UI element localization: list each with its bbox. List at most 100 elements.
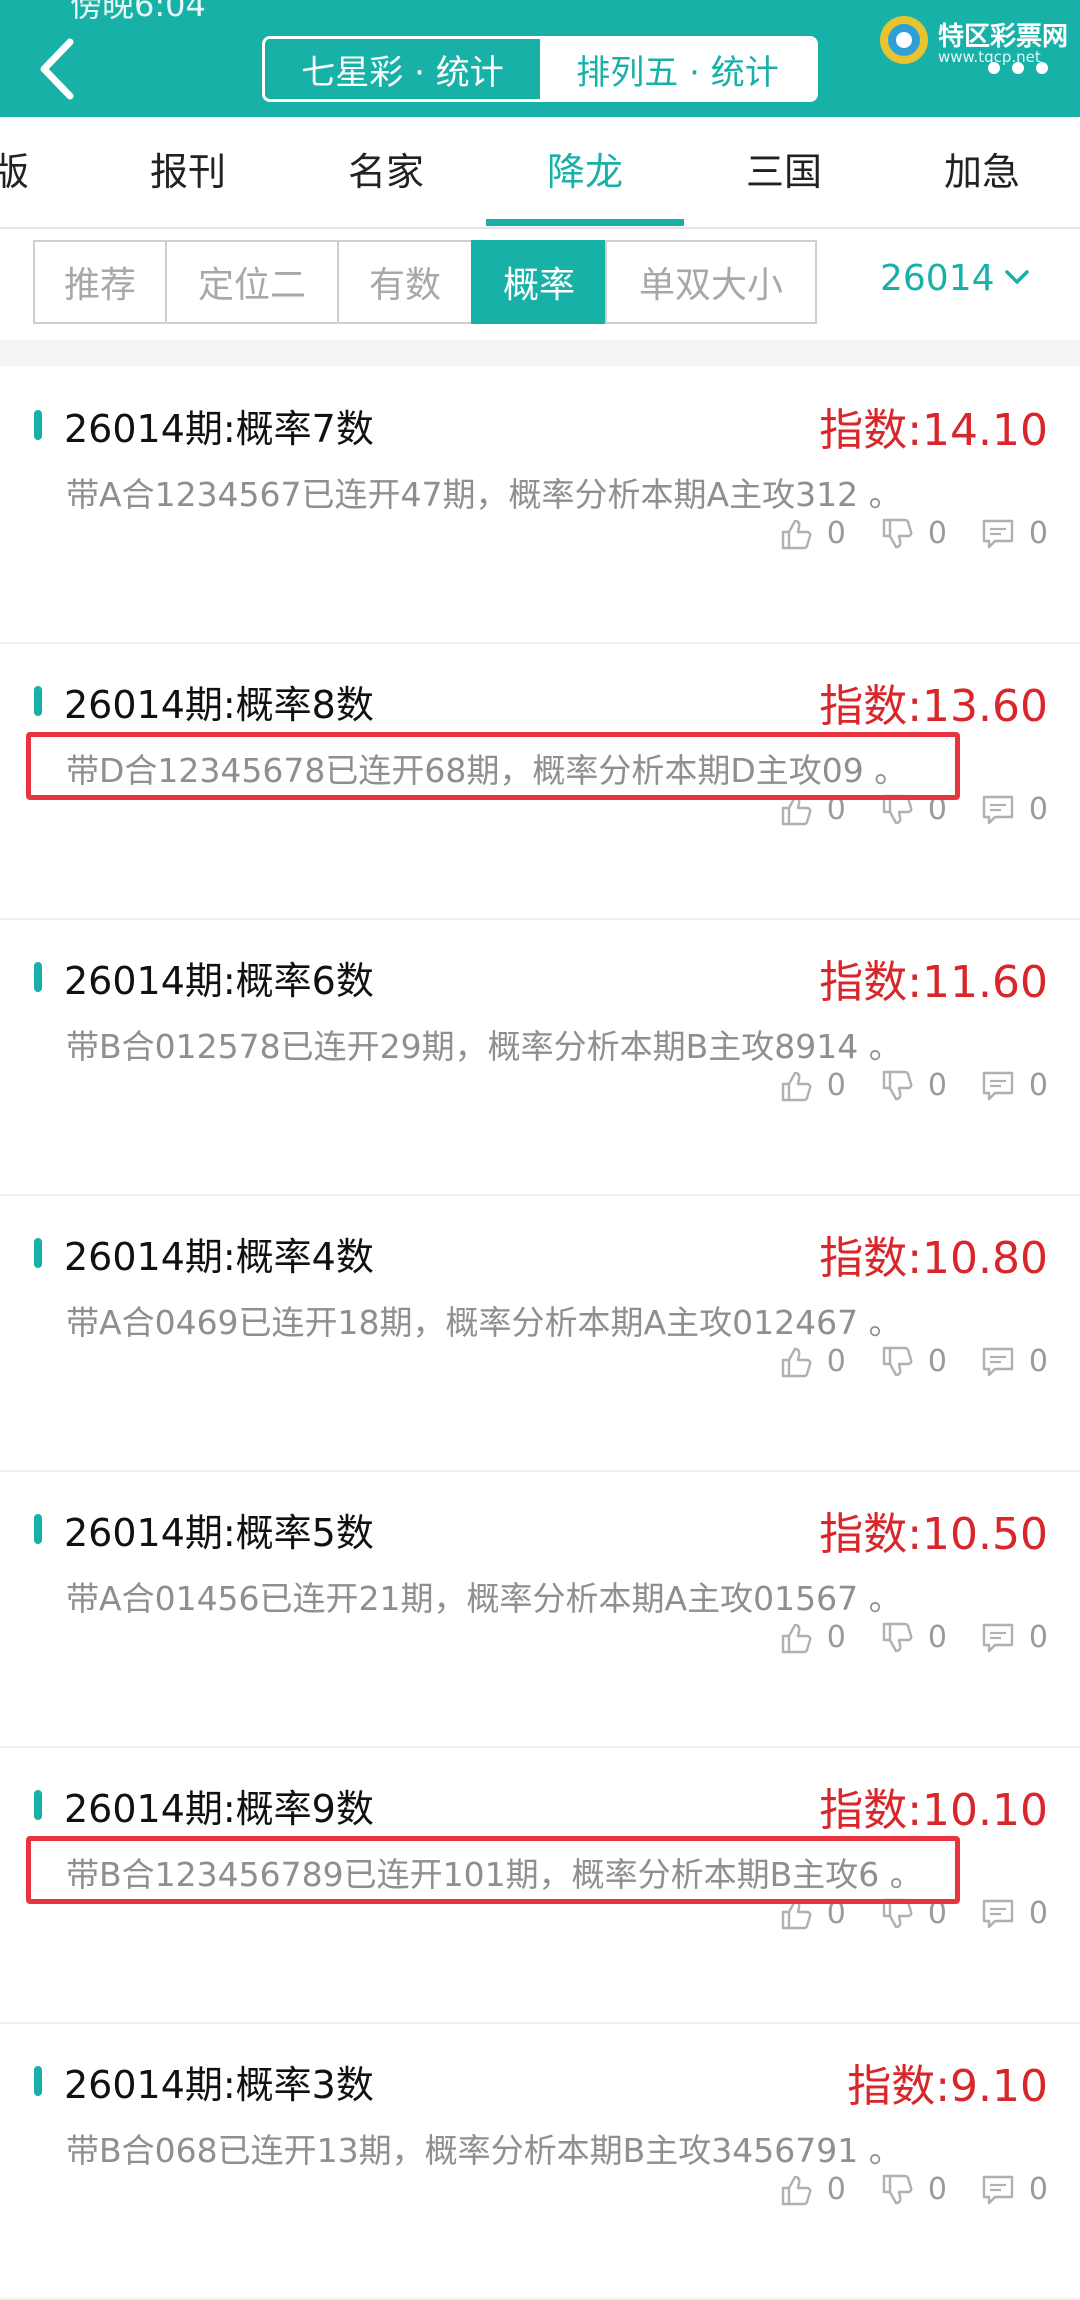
- dislike-button[interactable]: 0: [880, 2172, 947, 2207]
- comment-count: 0: [1028, 2172, 1048, 2207]
- card-accent-bar: [34, 686, 42, 716]
- card-index-value: 指数:10.80: [819, 1233, 1048, 1284]
- forecast-card[interactable]: 26014期:概率4数 指数:10.80 带A合0469已连开18期，概率分析本…: [0, 1194, 1080, 1472]
- dislike-button[interactable]: 0: [880, 1068, 947, 1103]
- card-title: 26014期:概率7数: [64, 407, 374, 451]
- like-count: 0: [826, 1344, 846, 1379]
- card-actions: 0 0 0: [745, 516, 1048, 551]
- dislike-button[interactable]: 0: [880, 516, 947, 551]
- dislike-button[interactable]: 0: [880, 1344, 947, 1379]
- forecast-card[interactable]: 26014期:概率5数 指数:10.50 带A合01456已连开21期，概率分析…: [0, 1470, 1080, 1748]
- filter-youshu[interactable]: 有数: [337, 240, 473, 324]
- card-actions: 0 0 0: [745, 1620, 1048, 1655]
- forecast-card[interactable]: 26014期:概率9数 指数:10.10 带B合123456789已连开101期…: [0, 1746, 1080, 2024]
- card-title: 26014期:概率8数: [64, 683, 374, 727]
- chevron-down-icon[interactable]: [1004, 268, 1030, 286]
- card-index-value: 指数:11.60: [819, 957, 1048, 1008]
- segment-pailiewu[interactable]: 排列五 · 统计: [540, 39, 815, 99]
- comment-count: 0: [1028, 1620, 1048, 1655]
- tab-mingjia[interactable]: 名家: [286, 117, 486, 227]
- comment-button[interactable]: 0: [981, 1620, 1048, 1655]
- card-description: 带B合068已连开13期，概率分析本期B主攻3456791 。: [66, 2131, 902, 2170]
- dislike-count: 0: [927, 1068, 947, 1103]
- comment-count: 0: [1028, 516, 1048, 551]
- comment-button[interactable]: 0: [981, 1068, 1048, 1103]
- like-count: 0: [826, 516, 846, 551]
- dislike-count: 0: [927, 2172, 947, 2207]
- card-title: 26014期:概率3数: [64, 2063, 374, 2107]
- highlight-box: [26, 732, 960, 800]
- comment-button[interactable]: 0: [981, 1896, 1048, 1931]
- card-index-value: 指数:10.10: [819, 1785, 1048, 1836]
- thumbs-up-icon: [781, 1071, 812, 1101]
- forecast-card[interactable]: 26014期:概率8数 指数:13.60 带D合12345678已连开68期，概…: [0, 642, 1080, 920]
- filter-row: 推荐 定位二 有数 概率 单双大小: [33, 240, 817, 328]
- comment-button[interactable]: 0: [981, 516, 1048, 551]
- like-button[interactable]: 0: [779, 1620, 846, 1655]
- dislike-count: 0: [927, 1344, 947, 1379]
- dislike-button[interactable]: 0: [880, 1620, 947, 1655]
- status-time: 傍晚6:04: [70, 0, 206, 24]
- comment-count: 0: [1028, 1896, 1048, 1931]
- more-menu-button[interactable]: [980, 58, 1060, 78]
- comment-button[interactable]: 0: [981, 792, 1048, 827]
- forecast-card[interactable]: 26014期:概率3数 指数:9.10 带B合068已连开13期，概率分析本期B…: [0, 2022, 1080, 2300]
- filter-tuijian[interactable]: 推荐: [33, 240, 167, 324]
- tab-jiaji[interactable]: 加急: [882, 117, 1080, 227]
- card-index-value: 指数:13.60: [819, 681, 1048, 732]
- like-button[interactable]: 0: [779, 516, 846, 551]
- comment-icon: [982, 1071, 1014, 1100]
- forecast-card[interactable]: 26014期:概率7数 指数:14.10 带A合1234567已连开47期，概率…: [0, 366, 1080, 644]
- like-button[interactable]: 0: [779, 1344, 846, 1379]
- comment-icon: [982, 1623, 1014, 1652]
- back-button[interactable]: [30, 34, 90, 104]
- comment-count: 0: [1028, 1344, 1048, 1379]
- highlight-box: [26, 1836, 960, 1904]
- card-accent-bar: [34, 1790, 42, 1820]
- thumbs-down-icon: [882, 1346, 913, 1376]
- period-select[interactable]: 26014: [880, 258, 995, 299]
- card-title: 26014期:概率9数: [64, 1787, 374, 1831]
- thumbs-up-icon: [781, 1347, 812, 1377]
- card-actions: 0 0 0: [745, 2172, 1048, 2207]
- card-description: 带A合01456已连开21期，概率分析本期A主攻01567 。: [66, 1579, 902, 1618]
- card-index-value: 指数:14.10: [819, 405, 1048, 456]
- filter-dingweier[interactable]: 定位二: [165, 240, 339, 324]
- tab-sanguo[interactable]: 三国: [684, 117, 884, 227]
- active-tab-indicator: [486, 219, 684, 226]
- like-count: 0: [826, 2172, 846, 2207]
- segment-qixingcai[interactable]: 七星彩 · 统计: [265, 39, 540, 99]
- category-tabs: 版 报刊 名家 降龙 三国 加急: [0, 117, 1080, 229]
- comment-button[interactable]: 0: [981, 1344, 1048, 1379]
- lottery-segment-control: 七星彩 · 统计 排列五 · 统计: [262, 36, 818, 102]
- like-button[interactable]: 0: [779, 1068, 846, 1103]
- card-description: 带A合0469已连开18期，概率分析本期A主攻012467 。: [66, 1303, 902, 1342]
- card-accent-bar: [34, 410, 42, 440]
- card-title: 26014期:概率4数: [64, 1235, 374, 1279]
- card-title: 26014期:概率5数: [64, 1511, 374, 1555]
- filter-gailv[interactable]: 概率: [471, 240, 607, 324]
- comment-icon: [982, 795, 1014, 824]
- forecast-card[interactable]: 26014期:概率6数 指数:11.60 带B合012578已连开29期，概率分…: [0, 918, 1080, 1196]
- tab-baokan[interactable]: 报刊: [88, 117, 288, 227]
- like-count: 0: [826, 1620, 846, 1655]
- tab-ban[interactable]: 版: [0, 117, 40, 227]
- card-accent-bar: [34, 2066, 42, 2096]
- card-title: 26014期:概率6数: [64, 959, 374, 1003]
- tab-xianglong[interactable]: 降龙: [486, 117, 684, 227]
- logo-swirl-icon: [880, 16, 928, 64]
- thumbs-down-icon: [882, 1070, 913, 1100]
- card-actions: 0 0 0: [745, 1344, 1048, 1379]
- thumbs-down-icon: [882, 1622, 913, 1652]
- top-bar: 傍晚6:04 七星彩 · 统计 排列五 · 统计 特区彩票网 www.tqcp.…: [0, 0, 1080, 117]
- comment-button[interactable]: 0: [981, 2172, 1048, 2207]
- filter-danshuangdaxiao[interactable]: 单双大小: [605, 240, 817, 324]
- card-accent-bar: [34, 1514, 42, 1544]
- comment-icon: [982, 1347, 1014, 1376]
- thumbs-up-icon: [781, 1623, 812, 1653]
- thumbs-down-icon: [882, 2174, 913, 2204]
- thumbs-down-icon: [882, 518, 913, 548]
- like-button[interactable]: 0: [779, 2172, 846, 2207]
- card-actions: 0 0 0: [745, 1068, 1048, 1103]
- comment-count: 0: [1028, 1068, 1048, 1103]
